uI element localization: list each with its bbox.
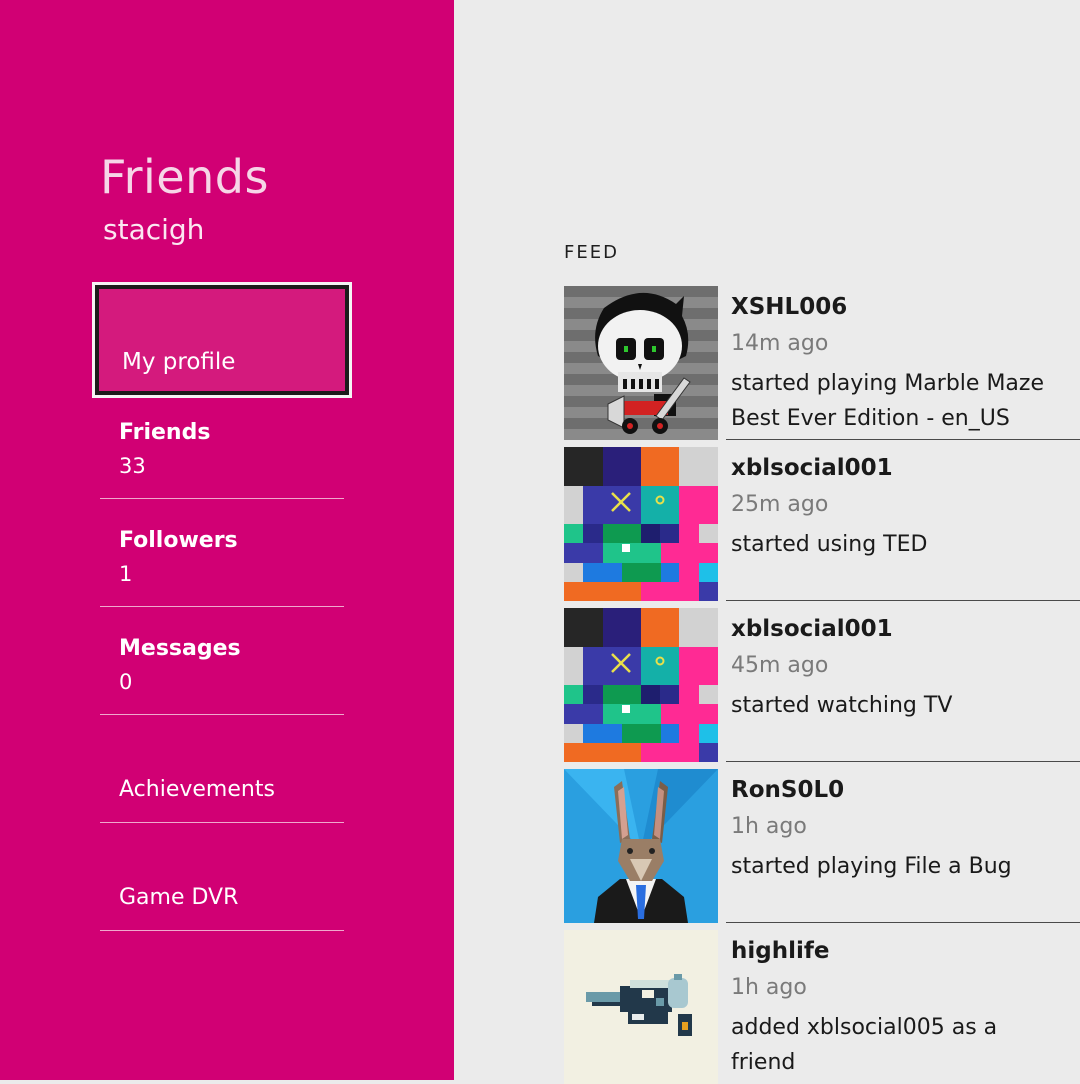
divider [726,922,1080,923]
feed-item-time: 25m ago [731,492,829,517]
divider [726,600,1080,601]
feed-item-text: added xblsocial005 as a friend [731,1015,998,1075]
feed-panel: FEED XSHL006 14m ago started playing Mar… [454,0,1080,1084]
feed-item-name[interactable]: RonS0L0 [731,777,844,803]
feed-item[interactable]: highlife 1h ago added xblsocial005 as a … [564,930,1080,1084]
my-profile-button[interactable]: My profile [92,282,352,398]
water-gun-icon [564,930,718,1084]
divider [726,761,1080,762]
feed-item[interactable]: xblsocial001 45m ago started watching TV [564,608,1080,762]
feed-item-text: started using TED [731,532,928,557]
feed-item-time: 1h ago [731,814,807,839]
feed-item-time: 1h ago [731,975,807,1000]
sidebar-item-label: Messages [119,636,241,661]
pixel-mosaic-icon [564,608,718,762]
feed-item-name[interactable]: xblsocial001 [731,616,893,642]
feed-item[interactable]: RonS0L0 1h ago started playing File a Bu… [564,769,1080,923]
pixel-mosaic-icon [564,447,718,601]
reaper-skull-icon [564,286,718,440]
followers-count: 1 [119,562,133,586]
sidebar-item-friends[interactable]: Friends 33 [100,391,344,499]
feed-item[interactable]: xblsocial001 25m ago started using TED [564,447,1080,601]
sidebar-item-label: Game DVR [119,885,239,910]
sidebar: Friends stacigh My profile Friends 33 Fo… [0,0,454,1080]
rabbit-in-suit-icon [564,769,718,923]
feed-item-name[interactable]: xblsocial001 [731,455,893,481]
feed-item-name[interactable]: highlife [731,938,829,964]
sidebar-item-label: Achievements [119,777,275,802]
sidebar-item-game-dvr[interactable]: Game DVR [100,823,344,931]
feed-item[interactable]: XSHL006 14m ago started playing Marble M… [564,286,1080,440]
sidebar-item-followers[interactable]: Followers 1 [100,499,344,607]
feed-item-text: started watching TV [731,693,953,718]
friends-count: 33 [119,454,146,478]
feed-item-text: started playing File a Bug [731,854,1012,879]
feed-item-name[interactable]: XSHL006 [731,294,847,320]
messages-count: 0 [119,670,133,694]
feed-heading: FEED [564,242,619,263]
my-profile-label: My profile [122,349,236,375]
sidebar-item-label: Followers [119,528,238,553]
focus-tile: My profile [95,285,349,395]
page-title: Friends [100,150,269,204]
sidebar-item-label: Friends [119,420,211,445]
feed-item-text: started playing Marble Maze Best Ever Ed… [731,371,1044,431]
sidebar-item-achievements[interactable]: Achievements [100,715,344,823]
sidebar-item-messages[interactable]: Messages 0 [100,607,344,715]
divider [726,439,1080,440]
gamertag: stacigh [103,213,205,246]
feed-item-time: 45m ago [731,653,829,678]
feed-item-time: 14m ago [731,331,829,356]
